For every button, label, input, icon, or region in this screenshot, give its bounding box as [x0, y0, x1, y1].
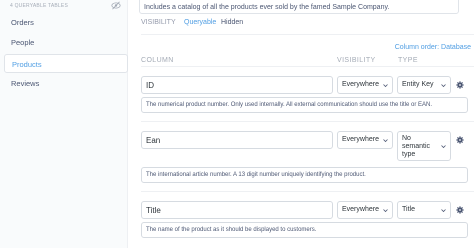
eye-off-icon[interactable]	[111, 1, 121, 10]
gear-icon[interactable]	[456, 136, 464, 144]
chevron-down-icon	[441, 84, 446, 88]
chevron-down-icon	[383, 209, 388, 213]
chevron-down-icon	[383, 84, 388, 88]
field-visibility-value: Everywhere	[342, 81, 379, 88]
main-panel: Includes a catalog of all the products e…	[128, 0, 474, 248]
field-visibility-select[interactable]: Everywhere	[337, 131, 393, 149]
field-visibility-value: Everywhere	[342, 206, 379, 213]
field-description-input[interactable]: The name of the product as it should be …	[141, 222, 468, 238]
field-name-input[interactable]: Ean	[141, 131, 333, 149]
sidebar-item-reviews[interactable]: Reviews	[4, 74, 128, 93]
field-type-select[interactable]: No semantic type	[397, 131, 451, 161]
sidebar-item-orders[interactable]: Orders	[4, 13, 128, 32]
column-header-type: TYPE	[398, 57, 418, 64]
field-description-input[interactable]: The numerical product number. Only used …	[141, 97, 468, 113]
table-description-input[interactable]: Includes a catalog of all the products e…	[139, 0, 459, 14]
column-header-column: COLUMN	[141, 57, 174, 64]
chevron-down-icon	[383, 139, 388, 143]
field-type-value-line: type	[402, 151, 416, 158]
sidebar-header: 4 QUERYABLE TABLES	[10, 3, 68, 9]
field-type-value: Entity Key	[402, 81, 434, 88]
visibility-queryable-option[interactable]: Queryable	[184, 19, 216, 26]
field-visibility-value: Everywhere	[342, 136, 379, 143]
divider	[141, 34, 474, 35]
field-description-input[interactable]: The international article number. A 13 d…	[141, 167, 468, 183]
chevron-down-icon	[441, 209, 446, 213]
sidebar-item-products[interactable]: Products	[4, 54, 128, 73]
field-name-input[interactable]: ID	[141, 76, 333, 94]
chevron-down-icon	[441, 145, 446, 149]
sidebar-item-people[interactable]: People	[4, 33, 128, 52]
row-divider	[141, 121, 474, 122]
field-visibility-select[interactable]: Everywhere	[337, 201, 393, 219]
column-order-dropdown[interactable]: Column order: Database	[395, 44, 471, 51]
gear-icon[interactable]	[456, 206, 464, 214]
field-type-value: Title	[402, 206, 415, 213]
sidebar: 4 QUERYABLE TABLES Orders People Product…	[0, 0, 128, 248]
row-divider	[141, 191, 474, 192]
header-divider	[141, 66, 474, 67]
gear-icon[interactable]	[456, 81, 464, 89]
field-type-select[interactable]: Entity Key	[397, 76, 451, 94]
column-header-visibility: VISIBILITY	[337, 57, 376, 64]
field-type-select[interactable]: Title	[397, 201, 451, 219]
visibility-hidden-option[interactable]: Hidden	[221, 19, 243, 26]
field-type-value-line: No	[402, 135, 411, 142]
table-visibility-label: VISIBILITY	[141, 19, 176, 26]
field-visibility-select[interactable]: Everywhere	[337, 76, 393, 94]
field-name-input[interactable]: Title	[141, 201, 333, 219]
